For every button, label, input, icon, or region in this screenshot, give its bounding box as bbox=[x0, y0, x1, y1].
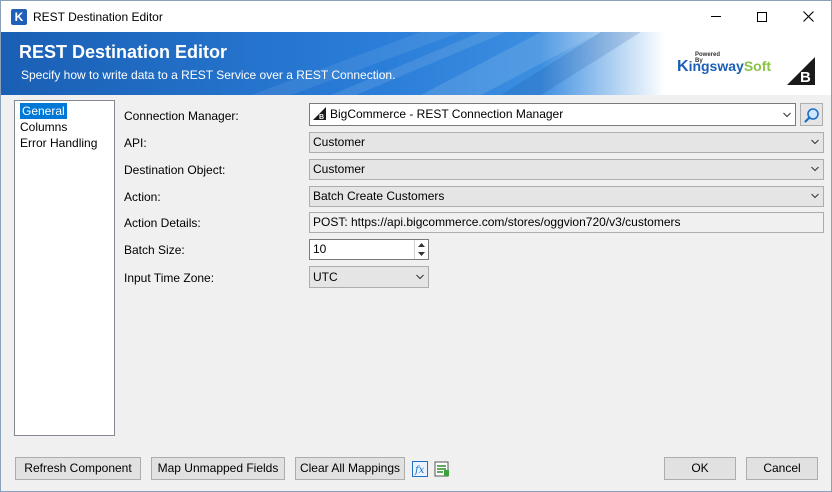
window-title: REST Destination Editor bbox=[33, 10, 163, 24]
action-label: Action: bbox=[124, 190, 161, 204]
logo-k: K bbox=[677, 58, 689, 75]
page-nav-list: General Columns Error Handling bbox=[14, 100, 115, 436]
spin-down-icon bbox=[418, 251, 425, 256]
destination-object-select[interactable]: Customer bbox=[309, 159, 824, 180]
input-time-zone-value: UTC bbox=[313, 270, 338, 284]
chevron-down-icon bbox=[811, 193, 819, 199]
batch-size-stepper[interactable]: 10 bbox=[309, 239, 429, 260]
cancel-button[interactable]: Cancel bbox=[746, 457, 818, 480]
nav-item-general[interactable]: General bbox=[20, 103, 67, 119]
connection-manager-value: BigCommerce - REST Connection Manager bbox=[330, 107, 564, 121]
chevron-down-icon bbox=[416, 274, 424, 280]
input-time-zone-label: Input Time Zone: bbox=[124, 271, 215, 285]
spin-up-icon bbox=[418, 242, 425, 247]
ok-button[interactable]: OK bbox=[664, 457, 736, 480]
batch-size-decrement-button[interactable] bbox=[415, 249, 428, 258]
connection-manager-label: Connection Manager: bbox=[124, 109, 239, 123]
refresh-component-button[interactable]: Refresh Component bbox=[15, 457, 141, 480]
batch-size-label: Batch Size: bbox=[124, 243, 185, 257]
close-button[interactable] bbox=[785, 1, 831, 32]
svg-text:B: B bbox=[319, 114, 324, 120]
action-value: Batch Create Customers bbox=[313, 189, 445, 203]
destination-object-value: Customer bbox=[313, 162, 366, 176]
action-select[interactable]: Batch Create Customers bbox=[309, 186, 824, 207]
kingswaysoft-app-icon: K bbox=[11, 9, 27, 25]
action-details-field: POST: https://api.bigcommerce.com/stores… bbox=[309, 212, 824, 233]
bigcommerce-logo-icon: B bbox=[787, 57, 815, 85]
connection-search-button[interactable] bbox=[800, 103, 823, 126]
logo-soft: Soft bbox=[743, 58, 772, 74]
nav-item-error-handling[interactable]: Error Handling bbox=[18, 135, 111, 151]
svg-text:fx: fx bbox=[414, 465, 425, 476]
nav-item-columns[interactable]: Columns bbox=[18, 119, 111, 135]
svg-text:B: B bbox=[800, 69, 811, 85]
bigcommerce-connection-icon: B bbox=[313, 107, 326, 120]
maximize-button[interactable] bbox=[739, 1, 785, 32]
api-label: API: bbox=[124, 136, 147, 150]
chevron-down-icon bbox=[783, 112, 791, 118]
chevron-down-icon bbox=[811, 139, 819, 145]
maximize-icon bbox=[757, 11, 767, 22]
rest-destination-editor-window: K REST Destination Editor REST Destinati… bbox=[0, 0, 832, 492]
header-banner: REST Destination Editor Specify how to w… bbox=[1, 32, 831, 95]
banner-title: REST Destination Editor bbox=[19, 42, 228, 62]
batch-size-increment-button[interactable] bbox=[415, 240, 428, 249]
close-icon bbox=[802, 11, 814, 22]
banner-subtitle: Specify how to write data to a REST Serv… bbox=[21, 68, 396, 82]
clear-all-mappings-button[interactable]: Clear All Mappings bbox=[295, 457, 405, 480]
action-details-label: Action Details: bbox=[124, 216, 201, 230]
logo-ingsway: ingsway bbox=[688, 58, 744, 74]
input-time-zone-select[interactable]: UTC bbox=[309, 266, 429, 288]
chevron-down-icon bbox=[811, 166, 819, 172]
destination-object-label: Destination Object: bbox=[124, 163, 226, 177]
batch-size-value: 10 bbox=[313, 242, 327, 256]
connection-manager-select[interactable]: B BigCommerce - REST Connection Manager bbox=[309, 103, 796, 126]
map-unmapped-fields-button[interactable]: Map Unmapped Fields bbox=[151, 457, 285, 480]
minimize-button[interactable] bbox=[693, 1, 739, 32]
api-value: Customer bbox=[313, 135, 366, 149]
search-icon bbox=[803, 107, 819, 123]
sheet-edit-icon[interactable] bbox=[434, 461, 450, 477]
api-select[interactable]: Customer bbox=[309, 132, 824, 153]
expression-fx-icon[interactable]: fx bbox=[412, 461, 428, 477]
minimize-icon bbox=[711, 16, 721, 17]
title-bar: K REST Destination Editor bbox=[1, 1, 831, 32]
